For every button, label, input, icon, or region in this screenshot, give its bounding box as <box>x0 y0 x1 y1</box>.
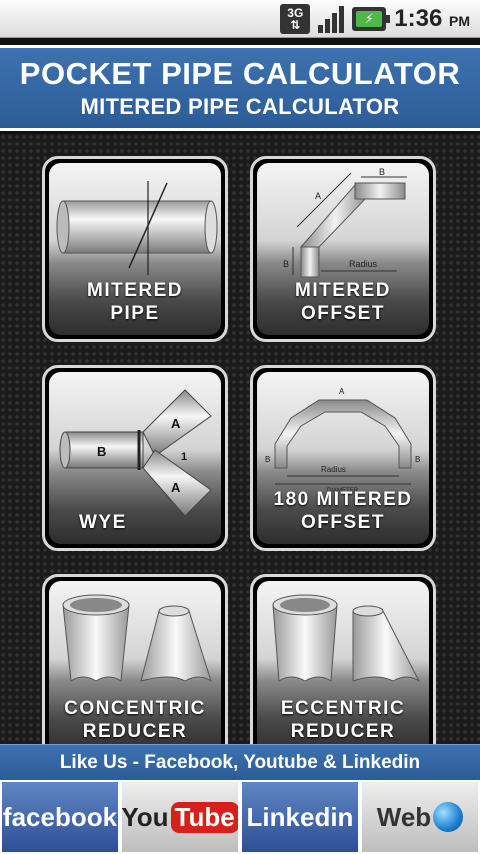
svg-text:Radius: Radius <box>349 259 378 269</box>
svg-text:Radius: Radius <box>321 465 346 474</box>
svg-text:B: B <box>97 444 106 459</box>
svg-text:B: B <box>283 259 289 269</box>
web-logo-text: Web <box>376 801 432 832</box>
wye-button[interactable]: B A A 1 WYE <box>42 365 228 551</box>
signal-strength-icon <box>318 5 345 33</box>
eccentric-reducer-button[interactable]: ECCENTRIC REDUCER <box>250 574 436 744</box>
tile-label-line2: PIPE <box>110 303 160 324</box>
180-mitered-offset-button[interactable]: Radius DIAMETER A B B 180 MITERED OFFSET <box>250 365 436 551</box>
status-bar: 3G ⇅ ⚡ 1:36 PM <box>0 0 480 38</box>
svg-text:1: 1 <box>181 451 187 463</box>
linkedin-logo-text: Linkedin <box>246 801 354 832</box>
svg-text:A: A <box>171 480 181 495</box>
tile-label-line1: MITERED <box>87 280 183 301</box>
tile-label-line1: MITERED <box>295 280 391 301</box>
calculator-grid: MITERED PIPE B Radius B A MITERED OFFSET… <box>0 134 480 744</box>
svg-text:A: A <box>315 191 321 201</box>
facebook-logo-text: facebook <box>2 801 118 832</box>
youtube-logo-tube: Tube <box>170 801 238 833</box>
app-title: POCKET PIPE CALCULATOR <box>19 56 461 91</box>
tile-label-line1: CONCENTRIC <box>64 698 206 719</box>
svg-text:B: B <box>379 167 385 177</box>
tile-label-line2: OFFSET <box>301 303 385 324</box>
tile-label-line2: REDUCER <box>82 721 188 742</box>
svg-text:B: B <box>415 455 420 464</box>
concentric-reducer-button[interactable]: CONCENTRIC REDUCER <box>42 574 228 744</box>
app-subtitle: MITERED PIPE CALCULATOR <box>80 94 400 119</box>
tile-label-line1: WYE <box>79 512 127 533</box>
tile-label-line1: ECCENTRIC <box>280 698 406 719</box>
svg-text:A: A <box>171 416 181 431</box>
tile-label-line1: 180 MITERED <box>273 489 413 510</box>
network-3g-icon: 3G ⇅ <box>280 3 311 34</box>
mitered-pipe-button[interactable]: MITERED PIPE <box>42 156 228 342</box>
tile-label-line2: OFFSET <box>301 512 385 533</box>
app-header: POCKET PIPE CALCULATOR MITERED PIPE CALC… <box>0 45 480 131</box>
clock: 1:36 PM <box>394 4 470 32</box>
svg-text:A: A <box>339 387 345 396</box>
svg-text:B: B <box>265 455 270 464</box>
website-link[interactable]: Web <box>360 780 480 854</box>
like-us-banner: Like Us - Facebook, Youtube & Linkedin <box>0 744 480 780</box>
social-links: facebook You Tube Linkedin Web <box>0 780 480 854</box>
battery-icon: ⚡ <box>352 6 391 31</box>
mitered-offset-button[interactable]: B Radius B A MITERED OFFSET <box>250 156 436 342</box>
youtube-link[interactable]: You Tube <box>120 780 240 854</box>
youtube-logo-you: You <box>121 801 169 832</box>
facebook-link[interactable]: facebook <box>0 780 120 854</box>
linkedin-link[interactable]: Linkedin <box>240 780 360 854</box>
tile-label-line2: REDUCER <box>290 721 396 742</box>
globe-icon <box>433 802 464 832</box>
